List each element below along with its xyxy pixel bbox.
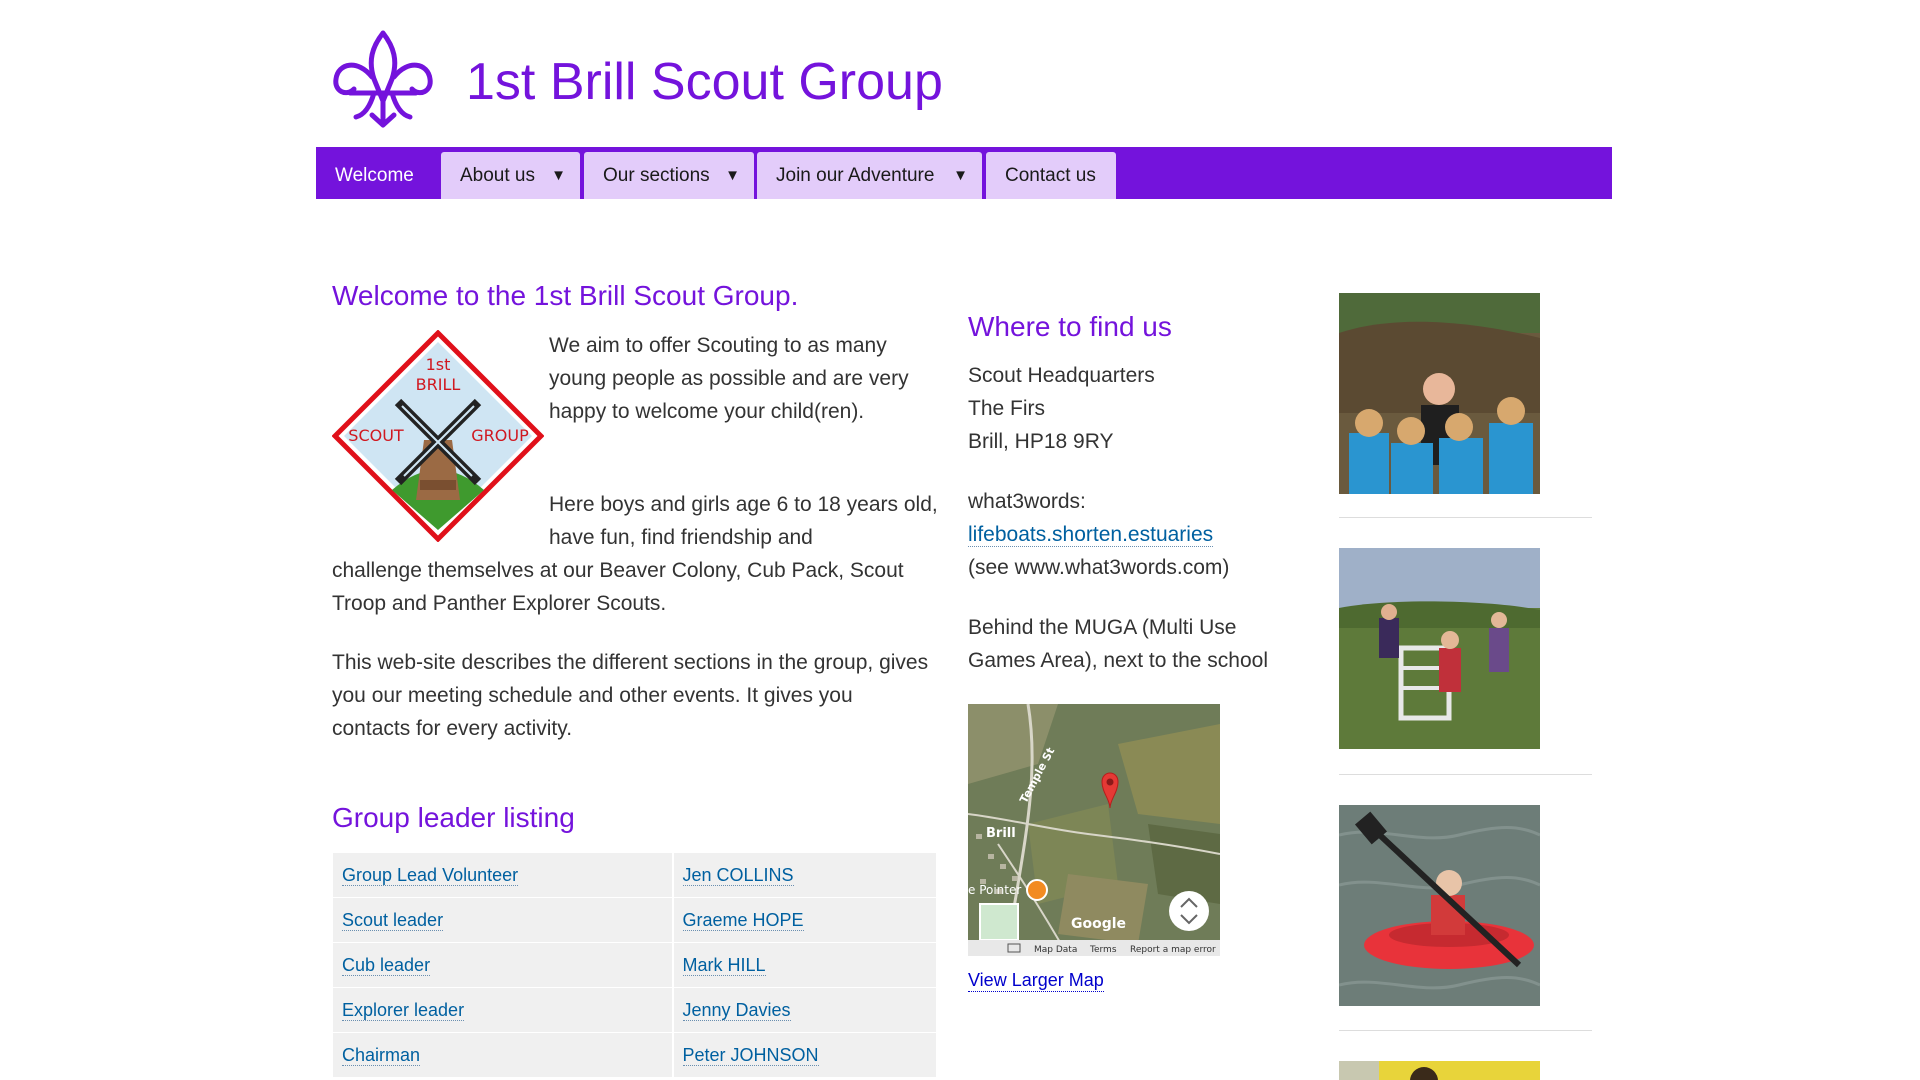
photo-cubs-field-gate (1339, 548, 1540, 749)
leader-role-cell: Scout leader (332, 897, 674, 943)
leader-name-cell: Jenny Davies (672, 987, 938, 1033)
address-line: Brill, HP18 9RY (968, 430, 1114, 453)
location-description: Behind the MUGA (Multi Use Games Area), … (968, 616, 1268, 672)
nav-contact-us-label: Contact us (1005, 165, 1096, 186)
leader-role-cell: Cub leader (332, 942, 674, 988)
leader-name-link[interactable]: Jen COLLINS (682, 864, 794, 886)
badge-text-group: GROUP (471, 426, 529, 445)
welcome-heading: Welcome to the 1st Brill Scout Group. (332, 280, 799, 311)
leader-name-link[interactable]: Mark HILL (682, 954, 766, 976)
intro-paragraph: We aim to offer Scouting to as many youn… (549, 334, 909, 423)
leader-role-link[interactable]: Group Lead Volunteer (342, 864, 519, 886)
table-row: Chairman Peter JOHNSON (332, 1032, 938, 1078)
leaders-heading: Group leader listing (332, 802, 575, 833)
nav-our-sections-label: Our sections (603, 165, 710, 186)
table-row: Scout leader Graeme HOPE (332, 897, 938, 943)
fleur-de-lis-logo-icon[interactable] (328, 29, 438, 129)
leader-role-link[interactable]: Explorer leader (342, 999, 465, 1021)
leader-name-cell: Mark HILL (672, 942, 938, 988)
leader-name-link[interactable]: Graeme HOPE (682, 909, 804, 931)
nav-welcome[interactable]: Welcome (316, 152, 437, 199)
website-description-paragraph: This web-site describes the different se… (332, 651, 929, 740)
view-larger-map-link[interactable]: View Larger Map (968, 970, 1104, 992)
where-to-find-us-heading: Where to find us (968, 311, 1172, 342)
photo-divider (1339, 774, 1592, 775)
badge-text-1st: 1st (426, 355, 451, 374)
map-google-logo: Google (1071, 916, 1126, 932)
nav-about-us-label: About us (460, 165, 535, 186)
chevron-down-icon: ▼ (953, 167, 968, 184)
address-block: Scout Headquarters The Firs Brill, HP18 … (968, 359, 1308, 458)
leader-role-link[interactable]: Scout leader (342, 909, 444, 931)
leader-name-cell: Peter JOHNSON (672, 1032, 938, 1078)
table-row: Explorer leader Jenny Davies (332, 987, 938, 1033)
leader-name-cell: Graeme HOPE (672, 897, 938, 943)
nav-contact-us[interactable]: Contact us (986, 152, 1116, 199)
nav-join-label: Join our Adventure (776, 165, 935, 186)
nav-our-sections[interactable]: Our sections ▼ (584, 152, 754, 199)
table-row: Cub leader Mark HILL (332, 942, 938, 988)
sections-paragraph-end: challenge themselves at our Beaver Colon… (332, 559, 904, 615)
leader-name-link[interactable]: Peter JOHNSON (682, 1044, 819, 1066)
badge-text-brill: BRILL (416, 375, 461, 394)
main-nav: Welcome About us ▼ Our sections ▼ Join o… (316, 147, 1612, 199)
sections-paragraph-start: Here boys and girls age 6 to 18 years ol… (549, 493, 938, 549)
badge-text-scout: SCOUT (348, 426, 404, 445)
photo-kayaking (1339, 805, 1540, 1006)
map-town-label: Brill (986, 826, 1016, 841)
address-line: Scout Headquarters (968, 364, 1155, 387)
map-data-link[interactable]: Map Data (1034, 945, 1077, 955)
leader-role-link[interactable]: Cub leader (342, 954, 431, 976)
photo-sleepover (1339, 1061, 1540, 1080)
chevron-down-icon: ▼ (725, 167, 740, 184)
leader-role-link[interactable]: Chairman (342, 1044, 421, 1066)
map-report-error-link[interactable]: Report a map error (1130, 945, 1216, 955)
photo-beavers-outdoors (1339, 293, 1540, 494)
nav-about-us[interactable]: About us ▼ (441, 152, 580, 199)
leader-name-link[interactable]: Jenny Davies (682, 999, 791, 1021)
what3words-link[interactable]: lifeboats.shorten.estuaries (968, 523, 1214, 547)
address-line: The Firs (968, 397, 1046, 420)
leader-name-cell: Jen COLLINS (672, 852, 938, 898)
embedded-map[interactable]: Temple St Brill e Pointer Google Map Dat… (968, 704, 1220, 956)
photo-divider (1339, 517, 1592, 518)
photo-divider (1339, 1030, 1592, 1031)
map-poi-label: e Pointer (968, 883, 1021, 897)
what3words-block: what3words: lifeboats.shorten.estuaries … (968, 485, 1308, 584)
what3words-note: (see www.what3words.com) (968, 556, 1230, 579)
leader-table: Group Lead Volunteer Jen COLLINS Scout l… (332, 852, 938, 1078)
what3words-label: what3words: (968, 490, 1086, 513)
table-row: Group Lead Volunteer Jen COLLINS (332, 852, 938, 898)
map-terms-link[interactable]: Terms (1089, 945, 1117, 955)
chevron-down-icon: ▼ (551, 167, 566, 184)
nav-welcome-label: Welcome (335, 165, 414, 186)
scout-group-badge-image: 1st BRILL SCOUT GROUP (331, 329, 545, 543)
leader-role-cell: Chairman (332, 1032, 674, 1078)
leader-role-cell: Group Lead Volunteer (332, 852, 674, 898)
site-title[interactable]: 1st Brill Scout Group (466, 52, 943, 112)
leader-role-cell: Explorer leader (332, 987, 674, 1033)
nav-join-our-adventure[interactable]: Join our Adventure ▼ (757, 152, 982, 199)
